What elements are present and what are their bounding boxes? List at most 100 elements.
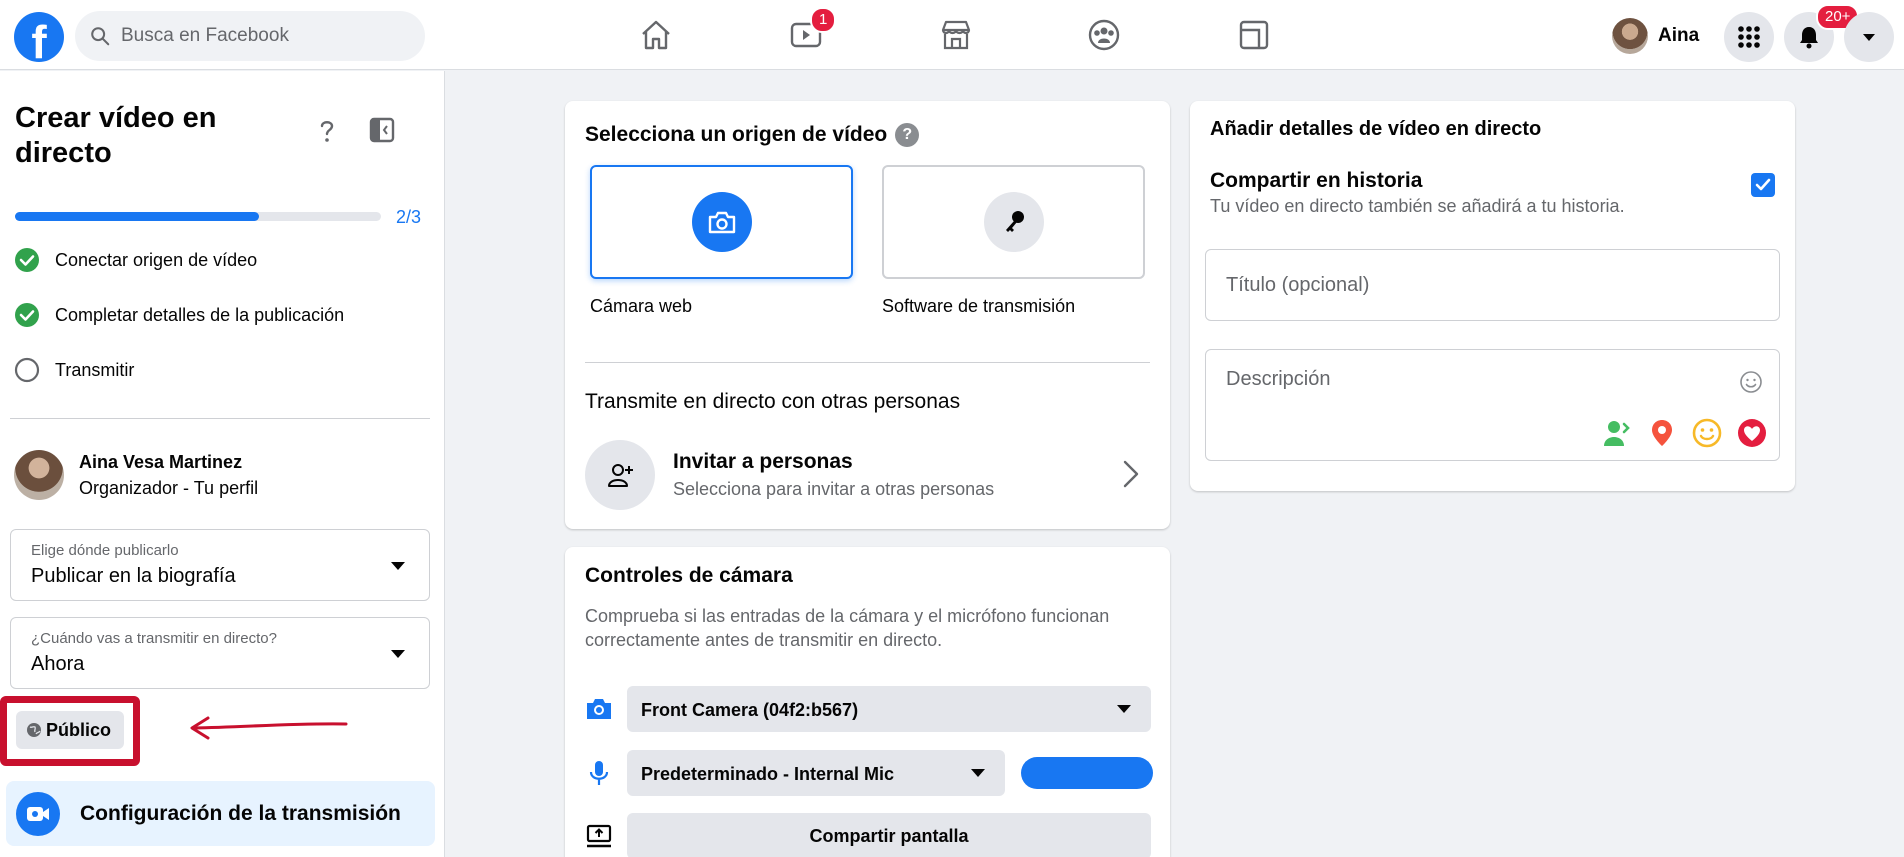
camera-icon [587,699,611,719]
search-icon [91,27,110,46]
gaming-tab[interactable] [1236,17,1272,53]
caret-down-icon [1117,705,1131,713]
invite-people-row[interactable]: Invitar a personas Selecciona para invit… [585,439,1150,511]
caret-down-icon [391,562,405,570]
microphone-select[interactable]: Predeterminado - Internal Mic [627,750,1005,796]
feeling-icon[interactable] [1692,418,1722,448]
host-info: Aina Vesa Martinez Organizador - Tu perf… [14,450,258,500]
details-title: Añadir detalles de vídeo en directo [1210,118,1542,140]
home-tab[interactable] [638,17,674,53]
source-circle [983,192,1044,252]
post-location-select[interactable]: Elige dónde publicarlo Publicar en la bi… [10,529,430,601]
groups-icon [1088,19,1120,51]
search-input[interactable] [121,25,401,47]
watch-tab[interactable]: 1 [788,7,837,53]
stream-with-others-title: Transmite en directo con otras personas [585,390,961,413]
description-input[interactable] [1226,368,1746,391]
top-navigation-bar: f 1 Aina 20+ [0,0,1904,70]
webcam-label: Cámara web [590,296,693,316]
video-camera-icon [27,806,49,821]
broadcast-settings-label: Configuración de la transmisión [80,801,401,825]
groups-tab[interactable] [1086,17,1122,53]
mic-device-value: Predeterminado - Internal Mic [641,764,895,784]
invite-subtitle: Selecciona para invitar a otras personas [673,479,995,499]
share-to-story-description: Tu vídeo en directo también se añadirá a… [1210,196,1625,216]
settings-circle [16,791,60,836]
add-person-icon [608,464,633,487]
page-title: Crear vídeo en directo [15,102,217,169]
bell-icon [1800,27,1818,49]
help-icon[interactable] [312,116,342,146]
title-input[interactable] [1226,274,1746,297]
card-title: Selecciona un origen de vídeo? [585,123,920,147]
camera-row: Front Camera (04f2:b567) [585,686,1151,732]
check-circle-icon [15,303,39,327]
pages-icon [1239,20,1269,50]
host-role: Organizador - Tu perfil [79,477,259,498]
webcam-option[interactable] [590,165,853,279]
marketplace-tab[interactable] [938,17,974,53]
avatar [1612,18,1648,54]
title-field[interactable] [1205,249,1780,321]
divider [10,418,430,419]
key-icon [1005,211,1024,232]
share-to-story-title: Compartir en historia [1210,169,1423,192]
step-label: Completar detalles de la publicación [55,304,345,325]
camera-controls-description: Comprueba si las entradas de la cámara y… [585,606,1110,650]
avatar [14,450,64,500]
divider [585,362,1150,363]
notifications-button[interactable]: 20+ [1784,4,1860,62]
caret-down-icon [391,650,405,658]
broadcast-settings-item[interactable]: Configuración de la transmisión [6,781,435,846]
streaming-software-label: Software de transmisión [882,296,1076,316]
streaming-software-option[interactable] [882,165,1145,279]
step-broadcast: Transmitir [14,357,134,383]
screen-share-icon [586,824,612,848]
emoji-icon[interactable] [1739,370,1763,394]
microphone-row: Predeterminado - Internal Mic [585,750,1153,796]
step-label: Conectar origen de vídeo [55,249,258,270]
watch-badge: 1 [810,7,837,33]
audience-button[interactable]: Público [16,711,124,749]
progress-bar [15,212,381,221]
share-to-story-checkbox[interactable] [1751,173,1775,197]
invite-circle [585,440,655,510]
progress-label: 2/3 [396,207,422,227]
select-value: Ahora [31,653,85,675]
description-field[interactable] [1205,349,1780,461]
sidebar-toggle-icon[interactable] [368,116,396,144]
invite-title: Invitar a personas [673,450,853,473]
step-connect-source: Conectar origen de vídeo [14,247,257,273]
globe-icon [27,723,41,737]
fundraiser-icon[interactable] [1737,418,1767,448]
help-icon[interactable]: ? [895,123,920,147]
select-label: ¿Cuándo vas a transmitir en directo? [31,630,277,647]
microphone-icon [589,761,609,785]
profile-name: Aina [1658,25,1700,46]
select-label: Elige dónde publicarlo [31,542,179,559]
account-button[interactable] [1844,12,1894,62]
select-value: Publicar en la biografía [31,565,236,587]
video-source-title: Selecciona un origen de vídeo [585,123,888,146]
broadcast-time-select[interactable]: ¿Cuándo vas a transmitir en directo? Aho… [10,617,430,689]
tag-people-icon[interactable] [1602,418,1632,448]
profile-shortcut[interactable]: Aina [1612,16,1699,56]
caret-down-icon [971,769,985,777]
mic-level-meter [1021,757,1153,789]
caret-down-icon [1863,34,1875,41]
chevron-right-icon [1123,460,1139,488]
step-complete-details: Completar detalles de la publicación [14,302,344,328]
store-icon [941,20,971,50]
live-details-card: Añadir detalles de vídeo en directo Comp… [1190,101,1795,491]
camera-select[interactable]: Front Camera (04f2:b567) [627,686,1151,732]
share-screen-button[interactable]: Compartir pantalla [627,813,1151,857]
camera-controls-card: Controles de cámara Comprueba si las ent… [565,547,1170,857]
share-screen-row: Compartir pantalla [585,813,1151,857]
facebook-logo[interactable]: f [14,12,64,62]
empty-circle-icon [14,357,40,383]
menu-button[interactable] [1724,12,1774,62]
attachment-icons [1587,418,1767,448]
progress-fill [15,212,260,221]
location-pin-icon[interactable] [1647,418,1677,448]
search-box[interactable] [75,11,425,61]
